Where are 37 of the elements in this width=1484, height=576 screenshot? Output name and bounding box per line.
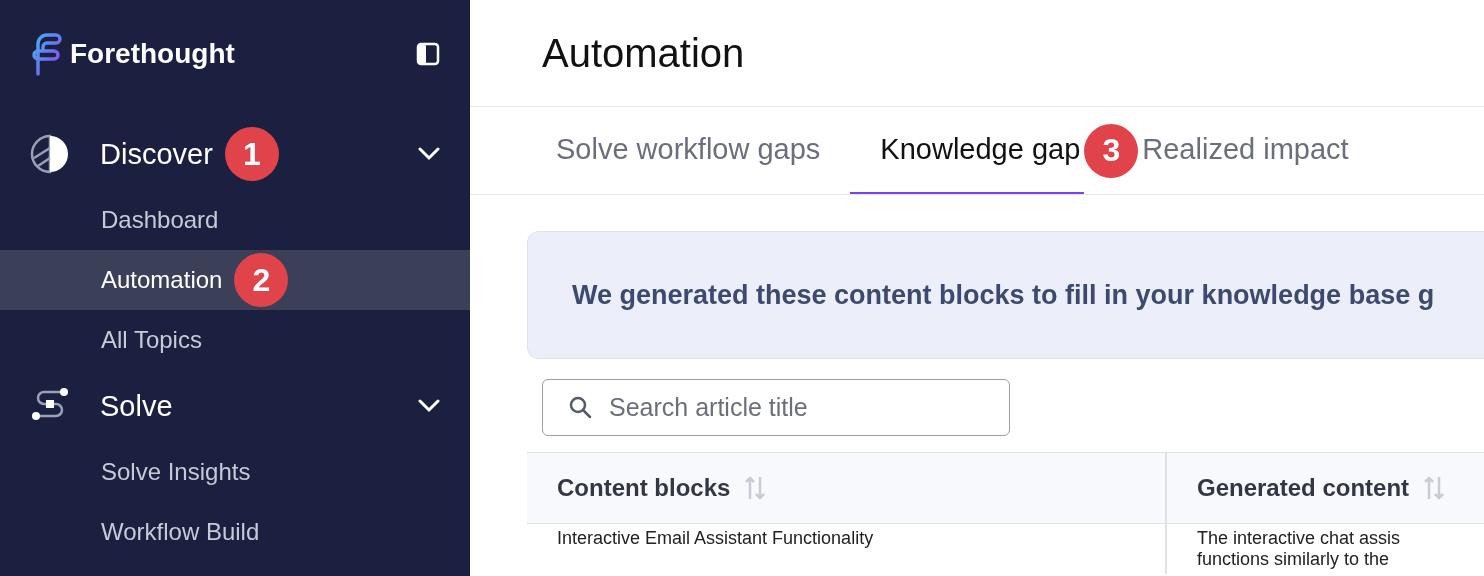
step-badge: 2 [234,253,289,307]
nav-label: Solve Insights [101,458,251,486]
nav-item[interactable]: Dashboard [0,190,470,250]
nav-label: Workflow Build [101,518,260,546]
step-badge: 3 [1084,123,1139,178]
banner-text: We generated these content blocks to fill in your knowledge base g [572,279,1435,311]
sort-icon[interactable] [744,475,767,501]
section-label: Solve [100,389,173,423]
nav-item[interactable]: Automation 2 [0,250,470,310]
nav-item[interactable]: Solve Insights [0,442,470,502]
nav-section[interactable]: Solve [0,370,470,442]
nav-label: Automation [101,266,223,294]
half-circle-icon [30,134,70,174]
column-header[interactable]: Generated content [1167,453,1484,523]
chevron-icon [418,147,440,161]
page-title: Automation [542,30,745,76]
tab[interactable]: Knowledge gap [850,107,1085,194]
sidebar-toggle-icon[interactable] [416,42,440,66]
tab[interactable]: Realized impact [1138,107,1379,194]
sort-icon[interactable] [1423,475,1446,501]
column-title: Generated content [1197,474,1410,502]
column-title: Content blocks [557,474,731,502]
step-badge: 1 [224,127,279,181]
table-cell: Interactive Email Assistant Functionality [527,524,1167,574]
section-label: Discover [100,137,213,171]
search-field[interactable]: Search article title [542,379,1010,436]
cell-text-line: functions similarly to the [1197,549,1391,570]
nav-item[interactable]: Workflow Build [0,502,470,562]
cell-text-line: The interactive chat assis [1197,528,1402,549]
nav-item[interactable]: All Topics [0,310,470,370]
tab[interactable]: Solve workflow gaps [526,107,851,194]
nav-section[interactable]: Discover 1 [0,118,470,190]
column-header[interactable]: Content blocks [527,453,1167,523]
brand-name: Forethought [70,38,235,70]
nav-label: All Topics [101,326,202,354]
chevron-icon [418,399,440,413]
nav-label: Dashboard [101,206,219,234]
